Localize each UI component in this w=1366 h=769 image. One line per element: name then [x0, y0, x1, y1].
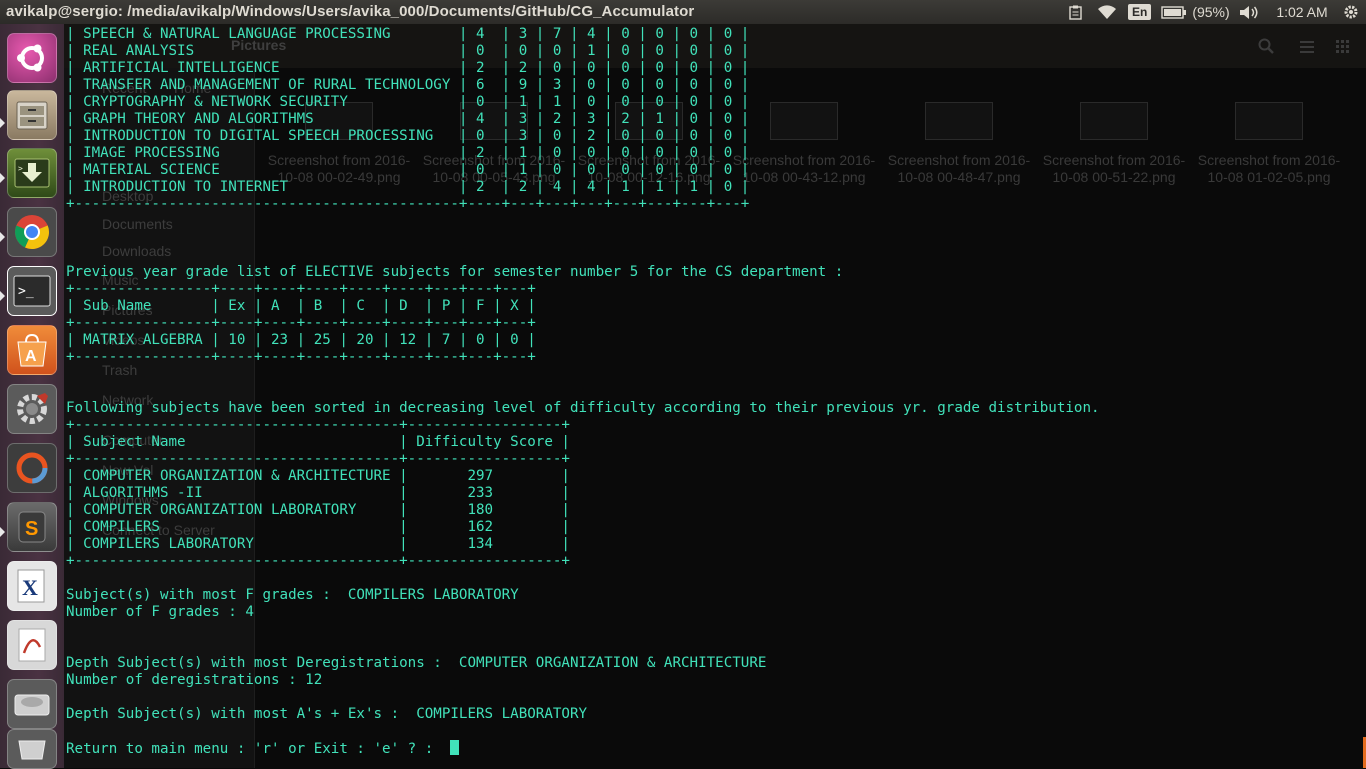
terminal-line: | REAL ANALYSIS | 0 | 0 | 0 | 1 | 0 | 0 … — [66, 43, 750, 59]
svg-text:A: A — [25, 348, 37, 365]
terminal-line: | MATRIX ALGEBRA | 10 | 23 | 25 | 20 | 1… — [66, 332, 536, 348]
sublime-text-icon[interactable]: S — [7, 502, 57, 552]
volume-icon[interactable] — [1238, 0, 1260, 24]
chrome-icon[interactable] — [7, 207, 57, 257]
terminal-window[interactable]: | SPEECH & NATURAL LANGUAGE PROCESSING |… — [64, 24, 1366, 768]
svg-text:X: X — [22, 575, 38, 600]
window-title: avikalp@sergio: /media/avikalp/Windows/U… — [6, 3, 695, 20]
terminal-line: +--------------------------------------+… — [66, 417, 570, 433]
trash-icon[interactable] — [7, 729, 57, 769]
terminal-line: | INTRODUCTION TO DIGITAL SPEECH PROCESS… — [66, 128, 750, 144]
terminal-line: +----------------+----+----+----+----+--… — [66, 349, 536, 365]
terminal-line: Depth Subject(s) with most Deregistratio… — [66, 655, 767, 671]
terminal-cursor[interactable] — [450, 740, 460, 755]
terminal-prompt: Return to main menu : 'r' or Exit : 'e' … — [66, 741, 451, 757]
terminal-line: | IMAGE PROCESSING | 2 | 1 | 0 | 0 | 0 |… — [66, 145, 750, 161]
terminal-line: | COMPILERS LABORATORY | 134 | — [66, 536, 570, 552]
terminal-line: Following subjects have been sorted in d… — [66, 400, 1100, 416]
svg-text:>_: >_ — [18, 284, 34, 299]
svg-text:S: S — [25, 518, 38, 540]
terminal-line: | SPEECH & NATURAL LANGUAGE PROCESSING |… — [66, 26, 750, 42]
terminal-line: +----------------+----+----+----+----+--… — [66, 315, 536, 331]
terminal-output[interactable]: | SPEECH & NATURAL LANGUAGE PROCESSING |… — [66, 26, 1100, 758]
unity-launcher: >_ >_ A S X — [0, 24, 65, 769]
terminal-line: +--------------------------------------+… — [66, 553, 570, 569]
terminal-line: | MATERIAL SCIENCE | 0 | 1 | 0 | 0 | 0 |… — [66, 162, 750, 178]
terminal-line: | Subject Name | Difficulty Score | — [66, 434, 570, 450]
terminal-line: +---------------------------------------… — [66, 196, 750, 212]
battery-percentage[interactable]: (95%) — [1190, 0, 1232, 24]
terminal-line: Previous year grade list of ELECTIVE sub… — [66, 264, 844, 280]
ubuntu-dash-icon[interactable] — [7, 33, 57, 83]
power-gear-icon[interactable] — [1340, 0, 1362, 24]
running-indicator — [0, 291, 5, 301]
running-indicator — [0, 232, 5, 242]
terminal-line: Subject(s) with most F grades : COMPILER… — [66, 587, 519, 603]
battery-icon[interactable] — [1160, 0, 1188, 24]
terminal-line: | COMPUTER ORGANIZATION LABORATORY | 180… — [66, 502, 570, 518]
terminal-line: | COMPILERS | 162 | — [66, 519, 570, 535]
software-center-icon[interactable]: A — [7, 325, 57, 375]
terminal-line: | GRAPH THEORY AND ALGORITHMS | 4 | 3 | … — [66, 111, 750, 127]
terminal-line: | INTRODUCTION TO INTERNET | 2 | 2 | 4 |… — [66, 179, 750, 195]
terminal-line: Number of F grades : 4 — [66, 604, 254, 620]
files-icon[interactable] — [7, 90, 57, 140]
ubuntu-make-icon[interactable] — [7, 443, 57, 493]
clock[interactable]: 1:02 AM — [1272, 0, 1332, 24]
terminal-line: | COMPUTER ORGANIZATION & ARCHITECTURE |… — [66, 468, 570, 484]
drive-icon[interactable] — [7, 679, 57, 729]
terminal-line: Number of deregistrations : 12 — [66, 672, 323, 688]
running-indicator — [0, 527, 5, 537]
terminal-download-icon[interactable]: >_ — [7, 148, 57, 198]
running-indicator — [0, 118, 5, 128]
terminal-line: | TRANSFER AND MANAGEMENT OF RURAL TECHN… — [66, 77, 750, 93]
terminal-line: | CRYPTOGRAPHY & NETWORK SECURITY | 0 | … — [66, 94, 750, 110]
terminal-line: | ALGORITHMS -II | 233 | — [66, 485, 570, 501]
svg-text:>_: >_ — [18, 164, 28, 173]
top-panel: avikalp@sergio: /media/avikalp/Windows/U… — [0, 0, 1366, 24]
keyboard-layout-indicator[interactable]: En — [1128, 4, 1152, 20]
running-indicator — [0, 173, 5, 183]
terminal-line: +--------------------------------------+… — [66, 451, 570, 467]
terminal-line: | ARTIFICIAL INTELLIGENCE | 2 | 2 | 0 | … — [66, 60, 750, 76]
terminal-line: | Sub Name | Ex | A | B | C | D | P | F … — [66, 298, 536, 314]
terminal-icon[interactable]: >_ — [7, 266, 57, 316]
clipboard-indicator-icon[interactable] — [1066, 0, 1084, 24]
document-viewer-icon[interactable] — [7, 620, 57, 670]
wifi-icon[interactable] — [1096, 0, 1118, 24]
terminal-line: Depth Subject(s) with most A's + Ex's : … — [66, 706, 588, 722]
system-settings-icon[interactable] — [7, 384, 57, 434]
terminal-line: +----------------+----+----+----+----+--… — [66, 281, 536, 297]
xampp-icon[interactable]: X — [7, 561, 57, 611]
